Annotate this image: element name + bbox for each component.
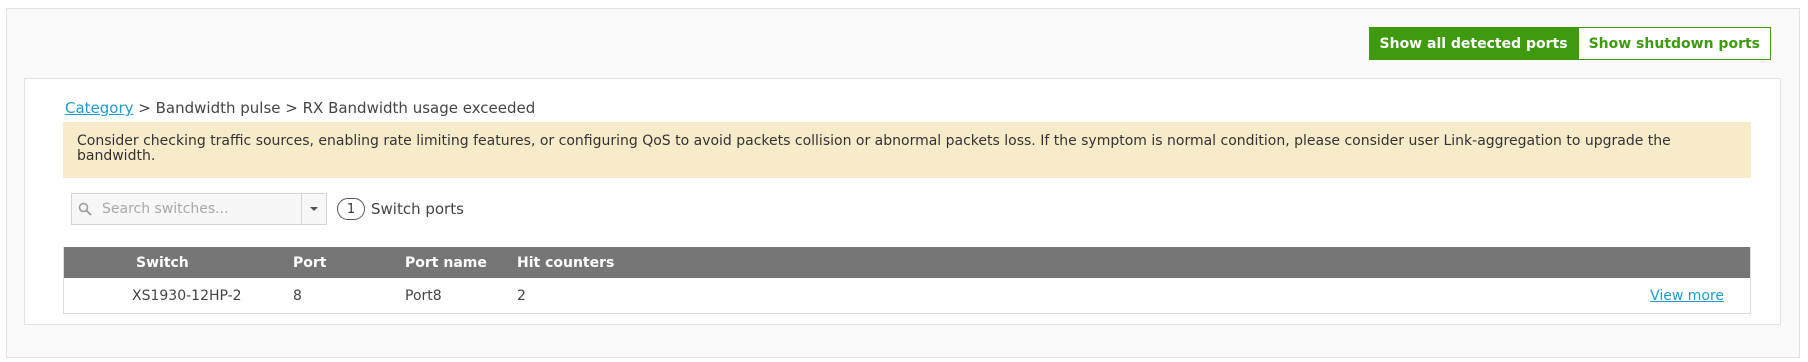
show-shutdown-ports-button[interactable]: Show shutdown ports <box>1578 27 1771 60</box>
view-more-link[interactable]: View more <box>1650 288 1724 304</box>
cell-switch: XS1930-12HP-2 <box>132 287 242 304</box>
outer-panel: Show all detected ports Show shutdown po… <box>6 8 1800 358</box>
column-header-port[interactable]: Port <box>293 247 326 278</box>
switch-ports-table: Switch Port Port name Hit counters XS193… <box>63 247 1751 314</box>
port-filter-buttons: Show all detected ports Show shutdown po… <box>1368 27 1771 60</box>
cell-port: 8 <box>293 287 302 304</box>
breadcrumb-trail: > Bandwidth pulse > RX Bandwidth usage e… <box>133 99 536 117</box>
category-detail-panel: Category > Bandwidth pulse > RX Bandwidt… <box>24 78 1781 325</box>
cell-port-name: Port8 <box>405 287 442 304</box>
breadcrumb: Category > Bandwidth pulse > RX Bandwidt… <box>65 99 535 117</box>
column-header-port-name[interactable]: Port name <box>405 247 487 278</box>
search-switches-box <box>71 193 327 225</box>
search-switches-input[interactable] <box>98 195 301 223</box>
column-header-switch[interactable]: Switch <box>136 247 189 278</box>
table-toolbar: 1 Switch ports <box>71 193 464 225</box>
show-all-detected-ports-button[interactable]: Show all detected ports <box>1368 27 1579 60</box>
switch-ports-count-label: Switch ports <box>371 200 464 218</box>
column-header-hit-counters[interactable]: Hit counters <box>517 247 614 278</box>
switch-ports-count-badge: 1 <box>337 198 365 220</box>
cell-hit-counters: 2 <box>517 287 526 304</box>
caret-down-icon <box>310 207 318 211</box>
recommendation-alert: Consider checking traffic sources, enabl… <box>63 122 1751 178</box>
table-header-row: Switch Port Port name Hit counters <box>64 247 1750 278</box>
search-icon <box>72 202 98 216</box>
table-row: XS1930-12HP-2 8 Port8 2 View more <box>64 278 1750 313</box>
cell-action: View more <box>1650 278 1724 313</box>
search-dropdown-toggle[interactable] <box>301 194 326 224</box>
breadcrumb-category-link[interactable]: Category <box>65 99 134 117</box>
